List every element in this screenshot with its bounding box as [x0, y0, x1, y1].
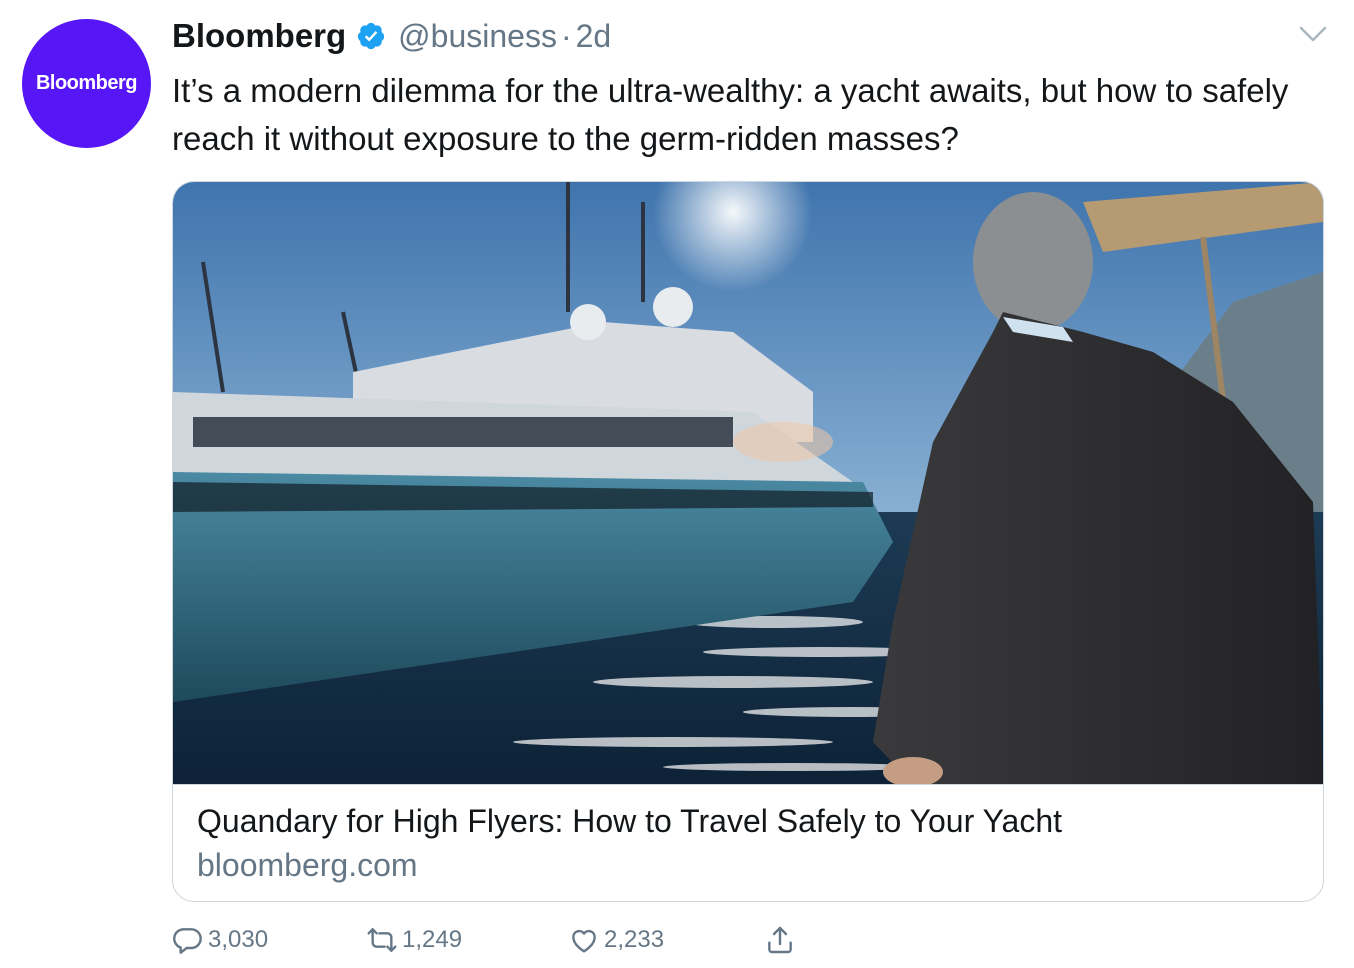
- card-image: [173, 182, 1323, 784]
- handle[interactable]: @business: [398, 18, 557, 55]
- tweet-text: It’s a modern dilemma for the ultra-weal…: [172, 72, 1289, 157]
- display-name[interactable]: Bloomberg: [172, 17, 346, 55]
- avatar-logo-text: Bloomberg: [35, 72, 138, 94]
- like-icon: [572, 929, 596, 953]
- card-domain: bloomberg.com: [197, 847, 418, 883]
- avatar[interactable]: Bloomberg: [22, 19, 151, 148]
- reply-icon: [173, 928, 202, 954]
- verified-badge-icon: [358, 22, 385, 50]
- timestamp[interactable]: 2d: [576, 18, 612, 55]
- share-button[interactable]: [764, 918, 800, 962]
- retweet-button[interactable]: 1,249: [366, 918, 462, 962]
- card-meta: Quandary for High Flyers: How to Travel …: [173, 784, 1323, 901]
- chevron-down-icon[interactable]: [1298, 22, 1328, 46]
- separator-dot: ·: [560, 17, 572, 54]
- card-title: Quandary for High Flyers: How to Travel …: [197, 803, 1063, 839]
- retweet-icon: [367, 928, 397, 952]
- tweet-actions: 3,030 1,249 2,233: [172, 918, 872, 962]
- like-button[interactable]: 2,233: [568, 918, 664, 962]
- reply-count: 3,030: [208, 926, 269, 953]
- like-count: 2,233: [604, 926, 665, 953]
- link-card[interactable]: Quandary for High Flyers: How to Travel …: [172, 181, 1324, 902]
- share-icon: [768, 926, 792, 954]
- retweet-count: 1,249: [402, 926, 463, 953]
- reply-button[interactable]: 3,030: [172, 918, 268, 962]
- tweet-header: Bloomberg @business · 2d: [172, 14, 611, 58]
